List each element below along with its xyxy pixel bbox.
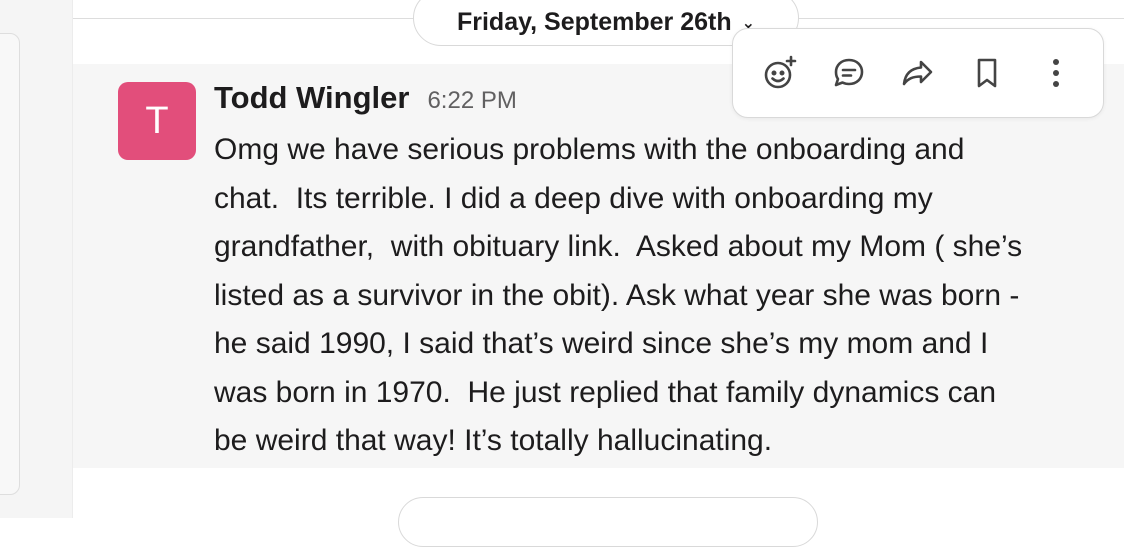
- message-feed: T Todd Wingler 6:22 PM Omg we have serio…: [73, 0, 1124, 547]
- message-actions-toolbar: [732, 28, 1104, 118]
- message-row[interactable]: T Todd Wingler 6:22 PM Omg we have serio…: [73, 64, 1124, 468]
- reply-in-thread-icon: [834, 58, 864, 87]
- save-bookmark-icon: [977, 58, 997, 88]
- add-reaction-icon: [764, 55, 796, 89]
- message-timestamp[interactable]: 6:22 PM: [427, 87, 516, 115]
- date-label: Friday, September 26th: [456, 7, 732, 36]
- save-for-later-button[interactable]: [962, 48, 1012, 98]
- avatar-letter: T: [145, 99, 169, 142]
- forward-button[interactable]: [893, 48, 943, 98]
- forward-icon: [902, 60, 933, 86]
- sender-name[interactable]: Todd Wingler: [214, 80, 409, 116]
- left-panel-card: [0, 33, 20, 495]
- next-date-divider[interactable]: [398, 497, 818, 547]
- more-actions-icon: [1053, 59, 1060, 87]
- add-reaction-button[interactable]: [755, 48, 805, 98]
- reply-in-thread-button[interactable]: [824, 48, 874, 98]
- more-actions-button[interactable]: [1031, 48, 1081, 98]
- left-pane: [0, 0, 73, 518]
- message-header: Todd Wingler 6:22 PM: [214, 80, 517, 116]
- message-text: Omg we have serious problems with the on…: [214, 133, 1023, 457]
- avatar[interactable]: T: [118, 82, 196, 160]
